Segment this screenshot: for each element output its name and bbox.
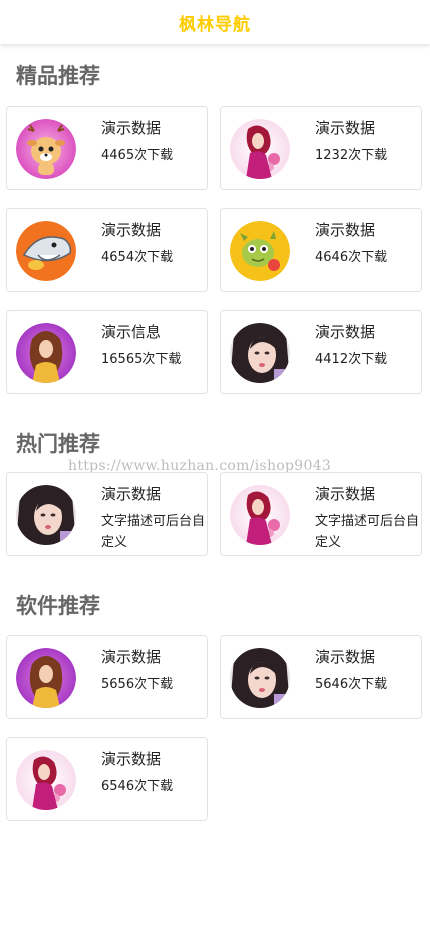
app-title: 枫林导航 <box>179 14 251 35</box>
download-count: 4646次下载 <box>315 250 388 265</box>
section-title-software: 软件推荐 <box>16 594 100 618</box>
app-card[interactable]: 演示数据 4412次下载 <box>220 310 422 394</box>
download-count: 4654次下载 <box>101 250 174 265</box>
download-count: 6546次下载 <box>101 779 174 794</box>
app-card[interactable]: 演示数据 4465次下载 <box>6 106 208 190</box>
woman-red-hair-icon <box>230 485 290 545</box>
woman-red-hair-icon <box>230 119 290 179</box>
deer-cartoon-icon <box>16 119 76 179</box>
app-card[interactable]: 演示数据 4654次下载 <box>6 208 208 292</box>
download-count: 4465次下载 <box>101 148 174 163</box>
app-card[interactable]: 演示数据 1232次下载 <box>220 106 422 190</box>
download-count: 16565次下载 <box>101 352 182 367</box>
app-name: 演示数据 <box>101 119 162 137</box>
app-name: 演示信息 <box>101 323 162 341</box>
app-name: 演示数据 <box>315 323 376 341</box>
woman-red-hair-icon <box>16 750 76 810</box>
girl-photo-icon <box>230 323 290 383</box>
app-description: 文字描述可后台自定义 <box>315 514 420 550</box>
app-card[interactable]: 演示信息 16565次下载 <box>6 310 208 394</box>
shark-cartoon-icon <box>16 221 76 281</box>
app-card[interactable]: 演示数据 文字描述可后台自定义 <box>6 472 208 556</box>
girl-photo-icon <box>230 648 290 708</box>
download-count: 5656次下载 <box>101 677 174 692</box>
app-card[interactable]: 演示数据 6546次下载 <box>6 737 208 821</box>
app-card[interactable]: 演示数据 文字描述可后台自定义 <box>220 472 422 556</box>
app-name: 演示数据 <box>315 648 376 666</box>
app-name: 演示数据 <box>315 119 376 137</box>
section-title-featured: 精品推荐 <box>16 64 100 88</box>
app-name: 演示数据 <box>101 648 162 666</box>
download-count: 1232次下载 <box>315 148 388 163</box>
app-card[interactable]: 演示数据 4646次下载 <box>220 208 422 292</box>
app-name: 演示数据 <box>101 485 162 503</box>
section-title-hot: 热门推荐 <box>16 432 100 456</box>
woman-purple-bg-icon <box>16 648 76 708</box>
app-name: 演示数据 <box>315 485 376 503</box>
app-card[interactable]: 演示数据 5656次下载 <box>6 635 208 719</box>
app-card[interactable]: 演示数据 5646次下载 <box>220 635 422 719</box>
girl-photo-icon <box>16 485 76 545</box>
dragon-cartoon-icon <box>230 221 290 281</box>
download-count: 5646次下载 <box>315 677 388 692</box>
app-name: 演示数据 <box>315 221 376 239</box>
app-name: 演示数据 <box>101 750 162 768</box>
app-name: 演示数据 <box>101 221 162 239</box>
app-header: 枫林导航 <box>0 0 430 44</box>
download-count: 4412次下载 <box>315 352 388 367</box>
app-description: 文字描述可后台自定义 <box>101 514 206 550</box>
woman-purple-bg-icon <box>16 323 76 383</box>
